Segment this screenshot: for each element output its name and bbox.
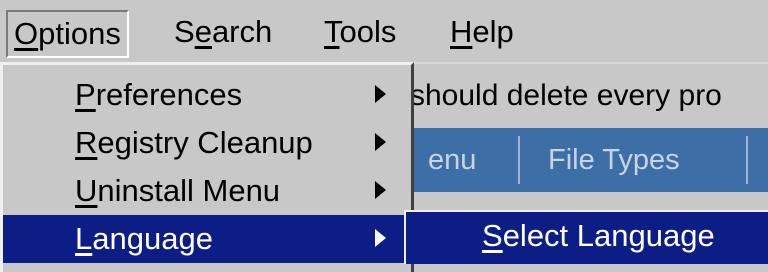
tab-file-types[interactable]: File Types: [548, 128, 680, 192]
menu-help[interactable]: Help: [444, 10, 520, 54]
menu-bar: Options Search Tools Help: [0, 0, 768, 64]
menu-tools-label: ools: [339, 14, 397, 49]
menu-search-accelerator: e: [194, 14, 212, 49]
menu-search[interactable]: Search: [168, 10, 278, 54]
menu-search-label-start: S: [174, 14, 195, 49]
menu-item-uninstall-menu[interactable]: Uninstall Menu: [3, 167, 411, 215]
menu-item-language[interactable]: Language: [3, 215, 411, 263]
submenu-arrow-icon: [375, 181, 386, 199]
menu-item-registry-cleanup-accelerator: R: [75, 125, 98, 160]
menu-item-select-language-text: Select Language: [482, 212, 715, 260]
menu-item-language-label: anguage: [92, 221, 213, 256]
submenu-arrow-icon: [375, 85, 386, 103]
menu-item-language-accelerator: L: [75, 221, 93, 256]
menu-item-language-text: Language: [75, 215, 213, 263]
menu-help-label: elp: [472, 14, 514, 49]
menu-item-select-language[interactable]: Select Language: [406, 212, 766, 264]
description-text: should delete every pro: [410, 79, 722, 112]
language-submenu: Select Language: [404, 210, 768, 264]
menu-tools-accelerator: T: [324, 14, 340, 49]
options-dropdown-menu: Preferences Registry Cleanup Uninstall M…: [0, 62, 414, 272]
menu-item-preferences-label: references: [95, 77, 243, 112]
menu-options-accelerator: O: [14, 16, 39, 51]
menu-item-preferences[interactable]: Preferences: [3, 71, 411, 119]
menu-item-select-language-accelerator: S: [482, 218, 503, 253]
menu-item-registry-cleanup-label: egistry Cleanup: [97, 125, 313, 160]
menu-item-uninstall-menu-accelerator: U: [75, 173, 98, 208]
tab-separator: [746, 136, 748, 184]
menu-item-preferences-accelerator: P: [75, 77, 96, 112]
submenu-arrow-icon: [375, 229, 386, 247]
menu-search-label: arch: [211, 14, 273, 49]
menu-options[interactable]: Options: [6, 10, 129, 58]
menu-item-preferences-text: Preferences: [75, 71, 242, 119]
tab-strip: enu File Types: [410, 128, 768, 192]
menu-tools[interactable]: Tools: [318, 10, 402, 54]
menu-item-uninstall-menu-text: Uninstall Menu: [75, 167, 280, 215]
menu-item-registry-cleanup[interactable]: Registry Cleanup: [3, 119, 411, 167]
submenu-arrow-icon: [375, 133, 386, 151]
menu-item-uninstall-menu-label: ninstall Menu: [97, 173, 281, 208]
menu-item-registry-cleanup-text: Registry Cleanup: [75, 119, 313, 167]
menu-help-accelerator: H: [450, 14, 473, 49]
tab-separator: [518, 136, 520, 184]
menu-item-select-language-label: elect Language: [502, 218, 715, 253]
menu-options-label: ptions: [38, 16, 121, 51]
tab-uninstall-menu[interactable]: enu: [428, 128, 476, 192]
